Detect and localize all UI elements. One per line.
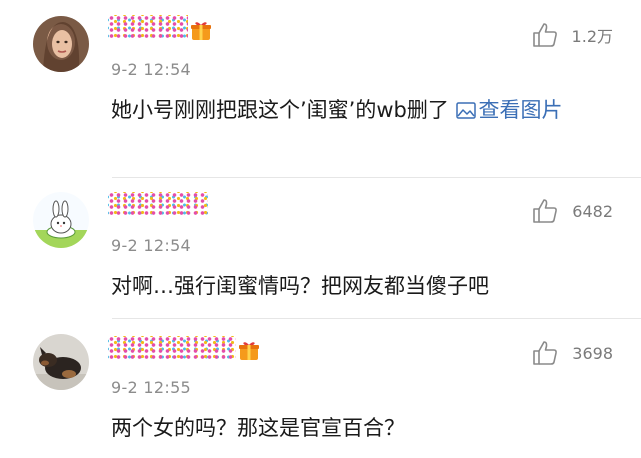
avatar[interactable]: [33, 16, 89, 72]
like-count: 1.2万: [571, 27, 613, 46]
timestamp: 9-2 12:54: [111, 236, 192, 255]
vip-gift-icon: [238, 340, 260, 362]
thumbs-up-icon: [533, 199, 558, 223]
image-icon: [455, 102, 476, 119]
comment-text: 对啊…强行闺蜜情吗？把网友都当傻子吧: [111, 274, 489, 298]
divider: [112, 318, 641, 319]
thumbs-up-icon: [532, 23, 557, 47]
avatar[interactable]: [33, 334, 89, 390]
like-count: 6482: [572, 201, 613, 221]
view-image-link[interactable]: 查看图片: [455, 98, 563, 122]
username-blurred[interactable]: [108, 336, 236, 360]
thumbs-up-icon: [533, 341, 558, 365]
like-count: 3698: [572, 343, 613, 363]
vip-gift-icon: [190, 20, 212, 42]
comment-text: 她小号刚刚把跟这个’闺蜜’的wb删了 查看图片: [111, 92, 601, 128]
username-blurred[interactable]: [108, 192, 208, 216]
username-blurred[interactable]: [108, 15, 188, 39]
comment-text: 两个女的吗？那这是官宣百合？: [111, 416, 405, 440]
view-image-label: 查看图片: [478, 98, 563, 122]
like-button[interactable]: 6482: [532, 198, 613, 224]
like-button[interactable]: 1.2万: [532, 22, 613, 48]
comment-body: 她小号刚刚把跟这个’闺蜜’的wb删了: [111, 98, 449, 122]
timestamp: 9-2 12:55: [111, 378, 192, 397]
timestamp: 9-2 12:54: [111, 60, 192, 79]
avatar[interactable]: [33, 192, 89, 248]
divider: [112, 177, 641, 178]
like-button[interactable]: 3698: [532, 340, 613, 366]
